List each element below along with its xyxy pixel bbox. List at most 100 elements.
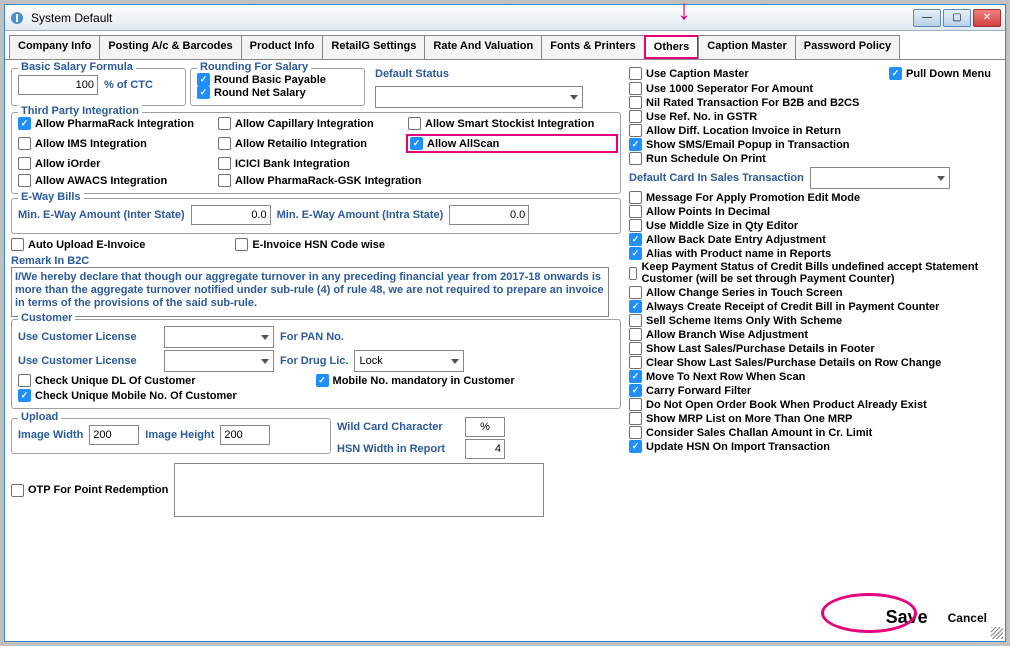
tab-retailg-settings[interactable]: RetailG Settings (322, 35, 425, 59)
option-checkbox[interactable]: Allow Change Series in Touch Screen (629, 286, 991, 299)
third-party-legend: Third Party Integration (18, 105, 142, 117)
option-checkbox[interactable]: Sell Scheme Items Only With Scheme (629, 314, 991, 327)
default-status-label: Default Status (375, 68, 583, 80)
left-panel: Basic Salary Formula % of CTC Rounding F… (11, 66, 621, 602)
ims-checkbox[interactable]: Allow IMS Integration (18, 134, 218, 153)
title-bar: System Default — ▢ ✕ (5, 5, 1005, 31)
option-checkbox[interactable]: ✓Allow Back Date Entry Adjustment (629, 233, 991, 246)
smart-stockist-checkbox[interactable]: Allow Smart Stockist Integration (408, 117, 618, 130)
eway-inter-label: Min. E-Way Amount (Inter State) (18, 209, 185, 221)
option-checkbox[interactable]: Allow Diff. Location Invoice in Return (629, 124, 991, 137)
ucl-pan-select[interactable] (164, 326, 274, 348)
system-default-window: ↓ System Default — ▢ ✕ Company InfoPosti… (4, 4, 1006, 642)
hsn-width-label: HSN Width in Report (337, 443, 459, 455)
pharmarack-checkbox[interactable]: ✓Allow PharmaRack Integration (18, 117, 218, 130)
tab-password-policy[interactable]: Password Policy (795, 35, 900, 59)
option-checkbox[interactable]: Use 1000 Seperator For Amount (629, 82, 991, 95)
eway-intra-input[interactable] (449, 205, 529, 225)
icici-checkbox[interactable]: ICICI Bank Integration (218, 157, 408, 170)
allscan-checkbox[interactable]: ✓Allow AllScan (410, 137, 610, 150)
salary-legend: Basic Salary Formula (18, 61, 136, 73)
customer-fieldset: Customer Use Customer License For PAN No… (11, 319, 621, 409)
tab-others[interactable]: Others (644, 35, 699, 59)
option-checkbox[interactable]: ✓Alias with Product name in Reports (629, 247, 991, 260)
remark-textarea[interactable]: I/We hereby declare that though our aggr… (11, 267, 609, 317)
tab-bar: Company InfoPosting A/c & BarcodesProduc… (5, 31, 1005, 60)
minimize-button[interactable]: — (913, 9, 941, 27)
otp-textarea[interactable] (174, 463, 544, 517)
drug-lock-select[interactable]: Lock (354, 350, 464, 372)
save-button[interactable]: Save (880, 606, 934, 629)
eway-inter-input[interactable] (191, 205, 271, 225)
mobile-mandatory-checkbox[interactable]: ✓Mobile No. mandatory in Customer (316, 374, 515, 387)
unique-dl-checkbox[interactable]: Check Unique DL Of Customer (18, 374, 196, 387)
image-height-input[interactable] (220, 425, 270, 445)
unique-mobile-checkbox[interactable]: ✓Check Unique Mobile No. Of Customer (18, 389, 614, 402)
hsn-width-input[interactable] (465, 439, 505, 459)
eway-intra-label: Min. E-Way Amount (Intra State) (277, 209, 444, 221)
tab-posting-a-c-barcodes[interactable]: Posting A/c & Barcodes (99, 35, 241, 59)
option-checkbox[interactable]: Message For Apply Promotion Edit Mode (629, 191, 991, 204)
option-checkbox[interactable]: ✓Update HSN On Import Transaction (629, 440, 991, 453)
resize-grip[interactable] (991, 627, 1003, 639)
option-checkbox[interactable]: Use Ref. No. in GSTR (629, 110, 991, 123)
right-panel: Use Caption Master ✓Pull Down Menu Use 1… (621, 66, 991, 602)
option-checkbox[interactable]: Allow Points In Decimal (629, 205, 991, 218)
window-title: System Default (31, 11, 913, 25)
wildcard-label: Wild Card Character (337, 421, 459, 433)
option-checkbox[interactable]: Use Middle Size in Qty Editor (629, 219, 991, 232)
third-party-fieldset: Third Party Integration ✓Allow PharmaRac… (11, 112, 621, 194)
option-checkbox[interactable]: Clear Show Last Sales/Purchase Details o… (629, 356, 991, 369)
cancel-button[interactable]: Cancel (942, 610, 993, 626)
remark-label: Remark In B2C (11, 255, 621, 267)
option-checkbox[interactable]: Run Schedule On Print (629, 152, 991, 165)
tab-company-info[interactable]: Company Info (9, 35, 100, 59)
image-width-label: Image Width (18, 429, 83, 441)
option-checkbox[interactable]: Consider Sales Challan Amount in Cr. Lim… (629, 426, 991, 439)
option-checkbox[interactable]: ✓Show SMS/Email Popup in Transaction (629, 138, 991, 151)
einvoice-hsn-checkbox[interactable]: E-Invoice HSN Code wise (235, 238, 385, 251)
iorder-checkbox[interactable]: Allow iOrder (18, 157, 218, 170)
option-checkbox[interactable]: ✓Move To Next Row When Scan (629, 370, 991, 383)
capillary-checkbox[interactable]: Allow Capillary Integration (218, 117, 408, 130)
upload-legend: Upload (18, 411, 61, 423)
close-button[interactable]: ✕ (973, 9, 1001, 27)
content-area: Basic Salary Formula % of CTC Rounding F… (5, 60, 1005, 608)
default-card-select[interactable] (810, 167, 950, 189)
pulldown-checkbox[interactable]: ✓Pull Down Menu (889, 67, 991, 80)
option-checkbox[interactable]: Do Not Open Order Book When Product Alre… (629, 398, 991, 411)
eway-fieldset: E-Way Bills Min. E-Way Amount (Inter Sta… (11, 198, 621, 234)
retailio-checkbox[interactable]: Allow Retailio Integration (218, 134, 408, 153)
tab-fonts-printers[interactable]: Fonts & Printers (541, 35, 645, 59)
pharmarack-gsk-checkbox[interactable]: Allow PharmaRack-GSK Integration (218, 174, 618, 187)
option-checkbox[interactable]: Show MRP List on More Than One MRP (629, 412, 991, 425)
tab-caption-master[interactable]: Caption Master (698, 35, 795, 59)
otp-checkbox[interactable]: OTP For Point Redemption (11, 484, 168, 497)
option-checkbox[interactable]: Keep Payment Status of Credit Bills unde… (629, 261, 991, 285)
image-height-label: Image Height (145, 429, 214, 441)
round-basic-checkbox[interactable]: ✓Round Basic Payable (197, 73, 358, 86)
option-checkbox[interactable]: Show Last Sales/Purchase Details in Foot… (629, 342, 991, 355)
rounding-fieldset: Rounding For Salary ✓Round Basic Payable… (190, 68, 365, 106)
ucl-drug-select[interactable] (164, 350, 274, 372)
drug-label: For Drug Lic. (280, 355, 348, 367)
wildcard-input[interactable] (465, 417, 505, 437)
option-checkbox[interactable]: Allow Branch Wise Adjustment (629, 328, 991, 341)
option-checkbox[interactable]: ✓Carry Forward Filter (629, 384, 991, 397)
default-status-select[interactable] (375, 86, 583, 108)
tab-rate-and-valuation[interactable]: Rate And Valuation (424, 35, 542, 59)
option-checkbox[interactable]: ✓Always Create Receipt of Credit Bill in… (629, 300, 991, 313)
awacs-checkbox[interactable]: Allow AWACS Integration (18, 174, 218, 187)
tab-product-info[interactable]: Product Info (241, 35, 324, 59)
salary-fieldset: Basic Salary Formula % of CTC (11, 68, 186, 106)
option-checkbox[interactable]: Nil Rated Transaction For B2B and B2CS (629, 96, 991, 109)
option-checkbox[interactable]: Use Caption Master (629, 67, 749, 80)
salary-value-input[interactable] (18, 75, 98, 95)
image-width-input[interactable] (89, 425, 139, 445)
maximize-button[interactable]: ▢ (943, 9, 971, 27)
auto-einvoice-checkbox[interactable]: Auto Upload E-Invoice (11, 238, 145, 251)
default-card-label: Default Card In Sales Transaction (629, 172, 804, 184)
round-net-checkbox[interactable]: ✓Round Net Salary (197, 86, 358, 99)
pan-label: For PAN No. (280, 331, 344, 343)
customer-legend: Customer (18, 312, 75, 324)
